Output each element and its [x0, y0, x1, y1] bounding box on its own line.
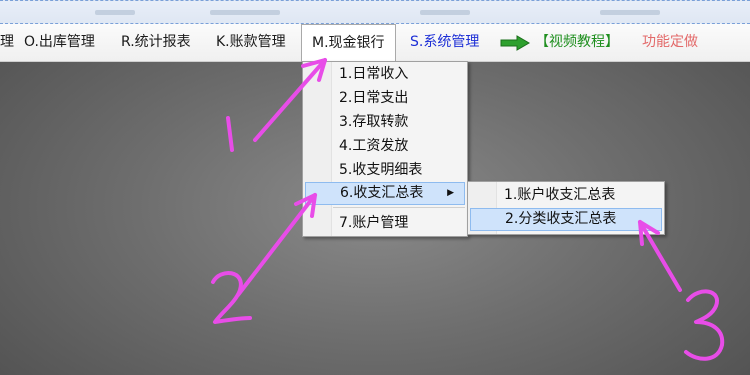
annotation-digit-2 — [211, 271, 252, 324]
annotation-digit-3 — [684, 289, 725, 361]
annotation-digit-1 — [226, 116, 234, 152]
handwritten-annotations — [211, 58, 725, 361]
annotation-arrow-1 — [253, 58, 327, 142]
annotation-arrow-2 — [236, 193, 317, 297]
annotation-arrow-3 — [638, 220, 682, 292]
